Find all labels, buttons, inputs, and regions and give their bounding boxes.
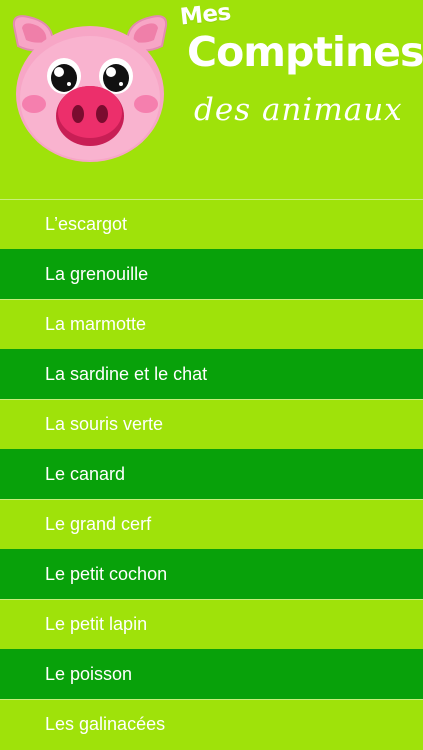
list-item[interactable]: Le poisson	[0, 649, 423, 699]
list-item[interactable]: Le petit cochon	[0, 549, 423, 599]
list-item[interactable]: Le grand cerf	[0, 499, 423, 549]
list-item[interactable]: Le canard	[0, 449, 423, 499]
list-item[interactable]: La souris verte	[0, 399, 423, 449]
list-item[interactable]: La marmotte	[0, 299, 423, 349]
app-subtitle: des animaux	[194, 92, 403, 128]
list-item[interactable]: L’escargot	[0, 199, 423, 249]
app-title: Comptines	[187, 28, 423, 76]
title-small: Mes	[178, 0, 232, 31]
pig-mascot-icon	[12, 15, 168, 162]
list-item[interactable]: Les galinacées	[0, 699, 423, 749]
song-list: L’escargot La grenouille La marmotte La …	[0, 199, 423, 749]
app-header: Mes Comptines des animaux	[0, 0, 423, 200]
list-item[interactable]: Le petit lapin	[0, 599, 423, 649]
list-item[interactable]: La grenouille	[0, 249, 423, 299]
list-item[interactable]: La sardine et le chat	[0, 349, 423, 399]
